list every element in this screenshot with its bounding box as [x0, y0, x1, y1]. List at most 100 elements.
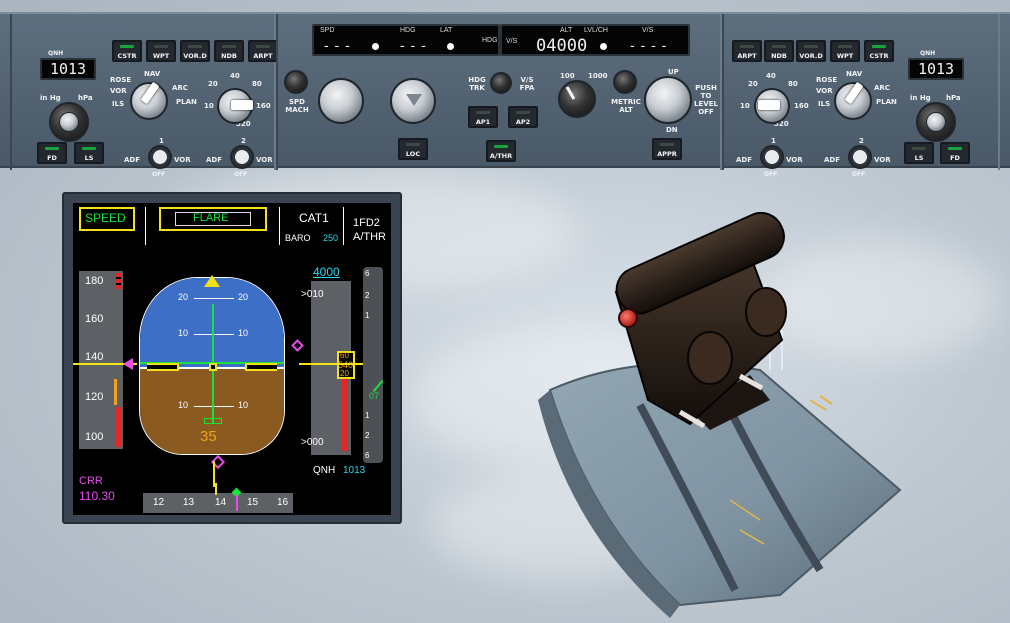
alt-label: ALT: [560, 27, 573, 34]
left-hpa-label: hPa: [78, 94, 93, 102]
left-nd-range-selector-knob[interactable]: [217, 88, 253, 124]
vs-up-label: UP: [668, 68, 679, 76]
aircraft-symbol-right: [245, 363, 277, 371]
localizer-deviation-marker: [204, 418, 222, 424]
pitch-label: 10: [238, 400, 249, 410]
left-range-40-label: 40: [230, 72, 240, 80]
left-vor1-label: VOR: [174, 156, 191, 164]
left-nd-mode-selector-knob[interactable]: [130, 81, 168, 120]
altitude-selector-knob[interactable]: [644, 76, 692, 124]
right-arpt-button[interactable]: ARPT: [732, 40, 762, 62]
lever-right-knob: [745, 287, 787, 337]
fcu-center-panel: SPD - - - HDG - - - LAT HDG V/S ALT LVL/…: [276, 14, 722, 170]
metric-alt-button[interactable]: [613, 70, 637, 94]
fma-fd-status: 1FD2: [353, 217, 380, 229]
right-mode-arc-label: ARC: [874, 84, 890, 92]
fma-speed: SPEED: [85, 211, 126, 225]
right-nd-mode-selector-knob[interactable]: [834, 81, 872, 120]
left-wpt-button[interactable]: WPT: [146, 40, 176, 62]
left-adf-vor-1-selector[interactable]: [148, 145, 172, 169]
right-adf-vor-1-selector[interactable]: [760, 145, 784, 169]
speed-selector-knob[interactable]: [318, 78, 364, 124]
right-adf1-label: ADF: [736, 156, 753, 164]
left-range-pointer: [231, 100, 253, 110]
loc-button[interactable]: LOC: [398, 138, 428, 160]
right-nav2-number: 2: [859, 137, 864, 145]
vs-label: V/S: [642, 27, 654, 34]
right-qfe-std-knob-center[interactable]: [926, 112, 946, 132]
pfd-bezel: SPEED FLARE CAT1 BARO 250 1FD2 A/THR 180…: [62, 192, 402, 524]
heading-selector-knob[interactable]: [390, 78, 436, 124]
speed-tick-120: 120: [85, 391, 104, 403]
left-qfe-std-knob-center[interactable]: [59, 112, 79, 132]
flight-control-unit-panel: QNH 1013 in Hg hPa FD LS CSTR WPT VOR.D …: [0, 12, 1010, 178]
heading-tick: 12: [153, 497, 165, 508]
right-off2-label: OFF: [852, 171, 866, 178]
autothrust-disconnect-button[interactable]: [618, 308, 638, 328]
left-baro-knob[interactable]: [49, 102, 89, 142]
speed-tick-180: 180: [85, 275, 104, 287]
ils-ident: CRR: [79, 475, 103, 487]
left-adf-vor-2-selector[interactable]: [230, 145, 254, 169]
left-cstr-button[interactable]: CSTR: [112, 40, 142, 62]
right-range-160-label: 160: [794, 102, 809, 110]
left-adf2-label: ADF: [206, 156, 223, 164]
vs-left-label: V/S: [506, 38, 518, 45]
left-ls-button[interactable]: LS: [74, 142, 104, 164]
right-ndb-button[interactable]: NDB: [764, 40, 794, 62]
pitch-bar: [194, 406, 234, 407]
appr-button[interactable]: APPR: [652, 138, 682, 160]
alt-tick: >010: [301, 289, 324, 300]
left-off2-label: OFF: [234, 171, 248, 178]
left-arpt-button[interactable]: ARPT: [248, 40, 278, 62]
hdg-label: HDG: [400, 27, 416, 34]
ils-frequency: 110.30: [79, 489, 115, 503]
fma-athr: A/THR: [353, 231, 386, 243]
alt-tick: >000: [301, 437, 324, 448]
vs-tick: 1: [365, 311, 370, 320]
altitude-readout-box: 60 540 20: [337, 351, 355, 379]
heading-tick: 16: [277, 497, 289, 508]
spd-mach-label: SPD MACH: [285, 98, 309, 114]
right-vor1-label: VOR: [786, 156, 803, 164]
right-nd-range-selector-knob[interactable]: [754, 88, 790, 124]
ap2-button[interactable]: AP2: [508, 106, 538, 128]
right-fd-button[interactable]: FD: [940, 142, 970, 164]
right-vord-button[interactable]: VOR.D: [796, 40, 826, 62]
left-ndb-button[interactable]: NDB: [214, 40, 244, 62]
right-cstr-button[interactable]: CSTR: [864, 40, 894, 62]
alt-inc-1000-label: 1000: [588, 72, 608, 80]
push-to-level-off-label: PUSH TO LEVEL OFF: [694, 84, 718, 116]
altitude-increment-selector[interactable]: [558, 80, 596, 118]
ap1-button[interactable]: AP1: [468, 106, 498, 128]
right-nav1-number: 1: [771, 137, 776, 145]
right-mode-pointer: [844, 81, 864, 105]
hdg-value: - - -: [400, 37, 427, 53]
right-range-40-label: 40: [766, 72, 776, 80]
right-qnh-label: QNH: [920, 50, 936, 57]
speed-tick-160: 160: [85, 313, 104, 325]
right-wpt-button[interactable]: WPT: [830, 40, 860, 62]
right-adf-vor-2-selector[interactable]: [848, 145, 872, 169]
right-qnh-display: 1013: [908, 58, 964, 80]
hdg-trk-vs-fpa-button[interactable]: [490, 72, 512, 94]
spd-mach-button[interactable]: [284, 70, 308, 94]
athr-button[interactable]: A/THR: [486, 140, 516, 162]
left-nav1-number: 1: [159, 137, 164, 145]
heading-tape: 12 13 14 15 16: [143, 483, 293, 513]
left-fd-button[interactable]: FD: [37, 142, 67, 164]
right-baro-knob[interactable]: [916, 102, 956, 142]
spd-hdg-lat-display: SPD - - - HDG - - - LAT HDG: [312, 24, 500, 56]
vertical-speed-scale: 6 2 1 1 2 6 07: [363, 267, 384, 463]
glideslope-diamond-icon: [291, 339, 304, 352]
vs-tick: 2: [365, 291, 370, 300]
alt-inc-100-label: 100: [560, 72, 575, 80]
left-vord-button[interactable]: VOR.D: [180, 40, 210, 62]
right-mode-rose-label: ROSE: [816, 76, 838, 84]
left-range-20-label: 20: [208, 80, 218, 88]
thrust-lever-quadrant: [538, 211, 902, 618]
left-mode-ils-label: ILS: [112, 100, 125, 108]
right-ls-button[interactable]: LS: [904, 142, 934, 164]
left-inhg-label: in Hg: [40, 94, 61, 102]
pitch-label: 20: [238, 292, 249, 302]
